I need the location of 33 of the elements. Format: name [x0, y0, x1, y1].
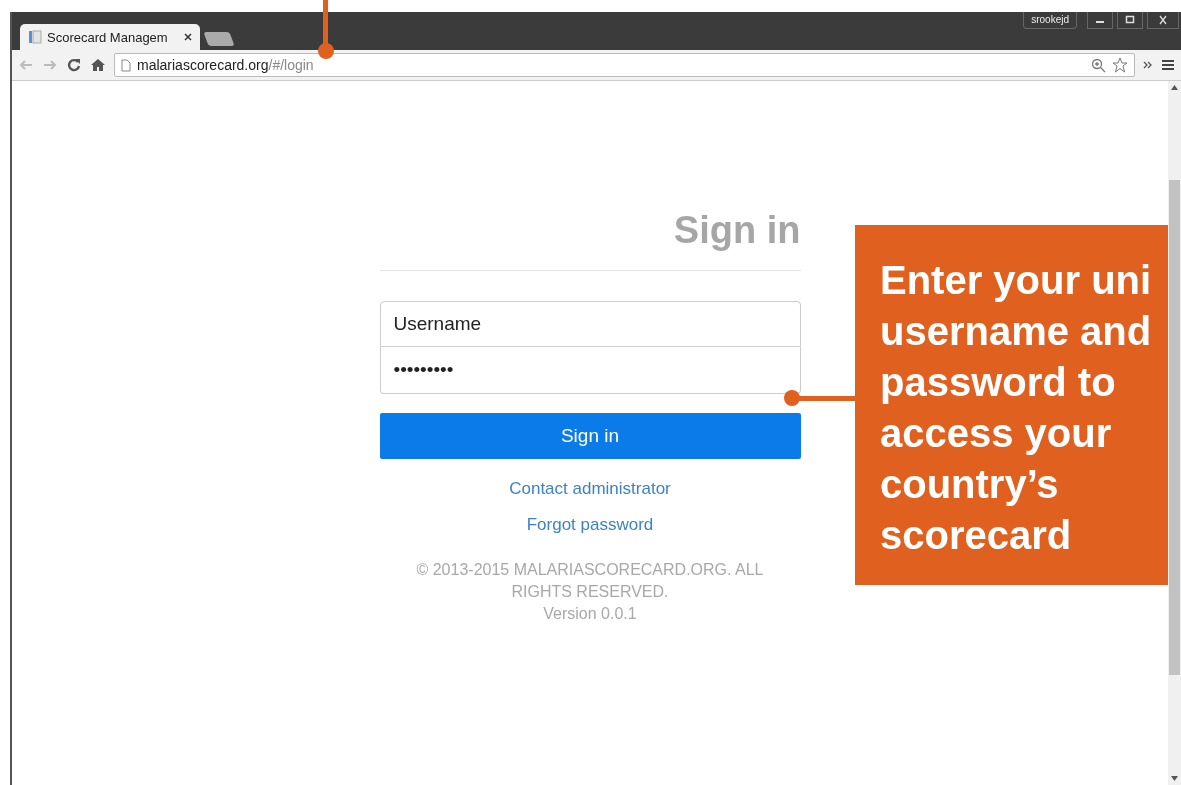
password-field[interactable]: ••••••••• [379, 347, 801, 394]
star-icon[interactable] [1112, 57, 1128, 73]
home-icon[interactable] [90, 57, 106, 73]
text-link[interactable]: Contact administrator [509, 479, 671, 499]
maximize-button[interactable] [1117, 12, 1143, 29]
sign-in-button[interactable]: Sign in [379, 413, 801, 459]
up-arrow-icon[interactable] [1171, 85, 1178, 90]
menu-icon[interactable] [1161, 58, 1175, 72]
profile-button[interactable]: srookejd [1023, 12, 1077, 29]
page-icon [121, 58, 131, 72]
down-arrow-icon[interactable] [1171, 776, 1178, 781]
browser-tab[interactable]: Scorecard Managem [20, 24, 200, 50]
footer-text: Version 0.0.1 [542, 604, 638, 624]
chevron-icon[interactable] [1143, 60, 1153, 70]
text-link[interactable]: Forgot password [526, 515, 654, 535]
scrollbar[interactable] [1168, 81, 1181, 785]
maximize-icon [1125, 15, 1135, 25]
callout-text: Enter your uni username and password to access your country’s scorecard [855, 225, 1168, 585]
zoom-icon[interactable] [1091, 57, 1106, 73]
username-field[interactable]: Username [379, 301, 801, 347]
close-button[interactable] [1147, 12, 1179, 29]
page-icon [28, 30, 42, 44]
sign-in-heading: Sign in [379, 209, 801, 271]
address-bar[interactable]: malariascorecard.org/#/login [114, 53, 1135, 77]
reload-icon[interactable] [66, 57, 82, 73]
minimize-button[interactable] [1087, 12, 1113, 29]
close-icon[interactable] [184, 33, 192, 41]
new-tab-button[interactable] [203, 32, 235, 46]
scrollbar-thumb[interactable] [1169, 180, 1180, 675]
footer-text: © 2013-2015 MALARIASCORECARD.ORG. ALL RIGHTS RESERVED. [415, 560, 765, 602]
leader-line [318, 0, 334, 59]
close-icon [1158, 15, 1168, 25]
leader-line [784, 390, 855, 406]
